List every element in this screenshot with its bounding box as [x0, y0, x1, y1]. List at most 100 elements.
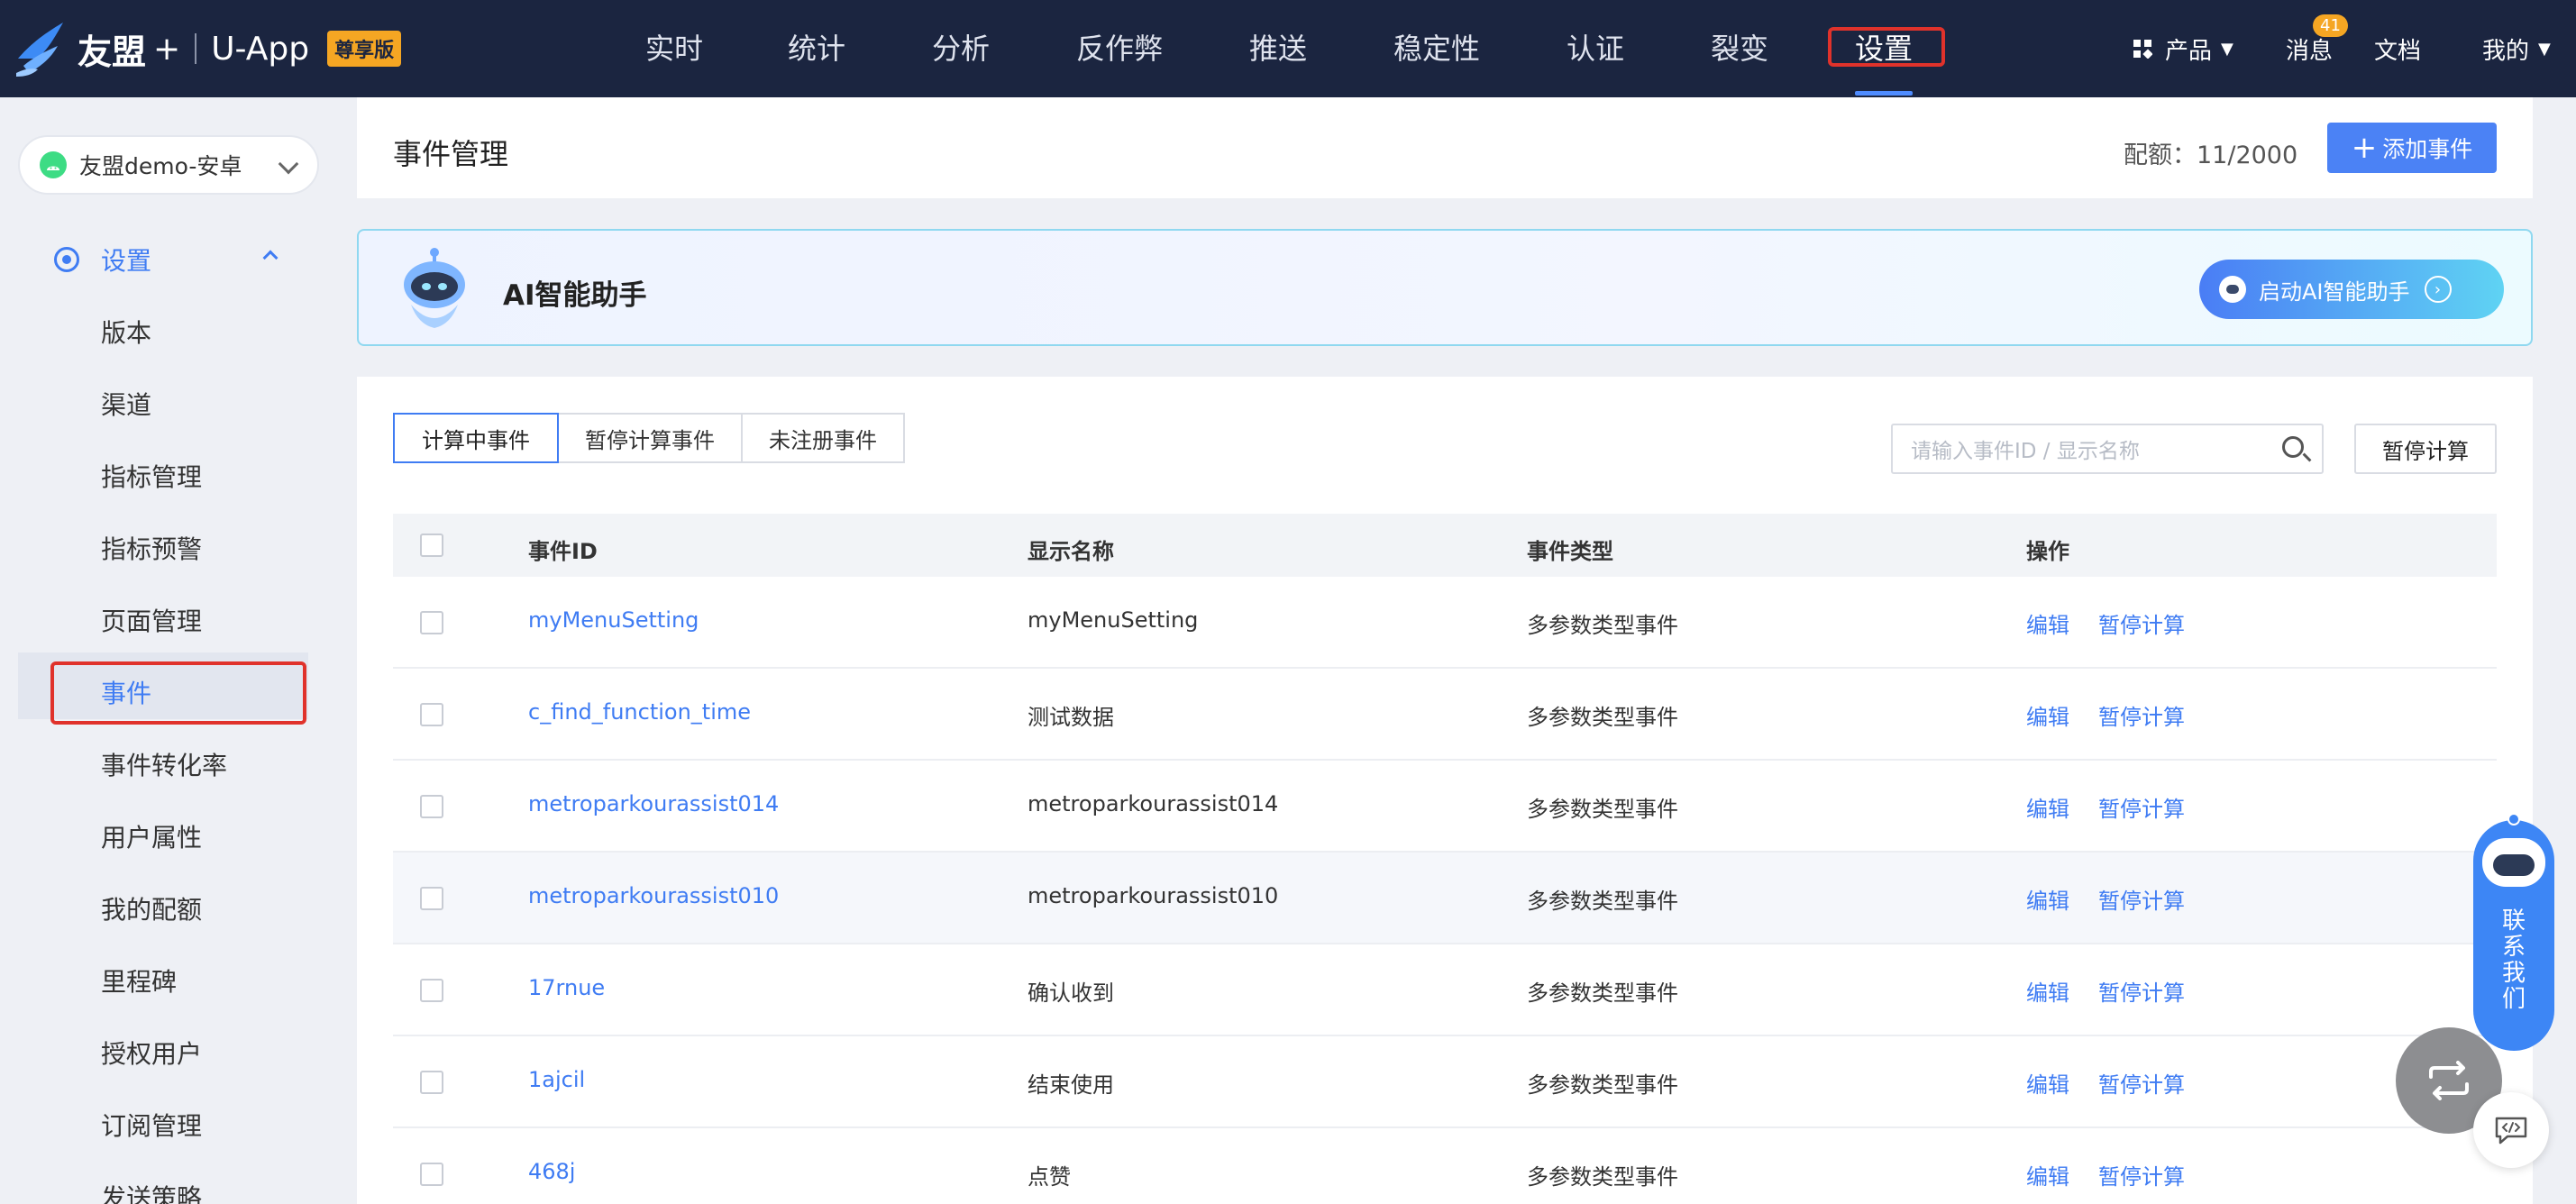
products-menu[interactable]: 产品 ▼ [2133, 0, 2233, 97]
mine-menu[interactable]: 我的 ▼ [2482, 0, 2551, 97]
pause-calculation-link[interactable]: 暂停计算 [2098, 975, 2185, 1007]
nav-statistics[interactable]: 统计 [788, 0, 845, 97]
column-display-name: 显示名称 [1028, 539, 1114, 564]
brand-name: 友盟 [78, 32, 147, 72]
pause-calculation-link[interactable]: 暂停计算 [2098, 791, 2185, 823]
sidebar: 友盟demo-安卓 设置 版本 渠道 指标管理 指标预警 页面管理 事件 事件转… [0, 97, 357, 1204]
code-feedback-button[interactable] [2473, 1092, 2549, 1168]
search-input[interactable]: 请输入事件ID / 显示名称 [1891, 424, 2324, 474]
event-display-name: metroparkourassist014 [1028, 791, 1279, 816]
event-display-name: 结束使用 [1028, 1072, 1114, 1098]
nav-realtime[interactable]: 实时 [645, 0, 703, 97]
top-navigation-bar: 友盟 + U-App 尊享版 实时 统计 分析 反作弊 推送 稳定性 认证 裂变… [0, 0, 2576, 97]
edit-link[interactable]: 编辑 [2026, 1067, 2069, 1099]
sidebar-item-user-attributes[interactable]: 用户属性 [101, 818, 202, 854]
tab-paused-events[interactable]: 暂停计算事件 [557, 413, 743, 463]
pause-calculation-link[interactable]: 暂停计算 [2098, 883, 2185, 915]
event-id-link[interactable]: 1ajcil [528, 1067, 585, 1092]
search-icon[interactable] [2282, 436, 2304, 458]
app-name: U-App [211, 30, 310, 68]
event-id-link[interactable]: 17rnue [528, 975, 605, 1000]
ai-assistant-title: AI智能助手 [503, 279, 647, 312]
event-type: 多参数类型事件 [1527, 981, 1678, 1006]
arrow-right-circle-icon: › [2424, 276, 2452, 303]
chevron-up-icon[interactable] [262, 250, 279, 266]
row-checkbox[interactable] [420, 703, 443, 726]
event-id-link[interactable]: c_find_function_time [528, 699, 751, 725]
sidebar-item-metric-management[interactable]: 指标管理 [101, 458, 202, 494]
table-row: c_find_function_time 测试数据 多参数类型事件 编辑 暂停计… [393, 669, 2497, 761]
caret-down-icon: ▼ [2538, 39, 2551, 59]
sidebar-item-subscriptions[interactable]: 订阅管理 [101, 1107, 202, 1143]
android-icon [40, 151, 67, 178]
tab-unregistered-events[interactable]: 未注册事件 [741, 413, 905, 463]
event-id-link[interactable]: 468j [528, 1159, 575, 1184]
sidebar-item-channel[interactable]: 渠道 [101, 386, 151, 422]
pause-calculation-link[interactable]: 暂停计算 [2098, 607, 2185, 639]
row-checkbox[interactable] [420, 795, 443, 818]
table-row: metroparkourassist014 metroparkourassist… [393, 761, 2497, 853]
row-checkbox[interactable] [420, 1163, 443, 1186]
row-checkbox[interactable] [420, 611, 443, 634]
sidebar-item-version[interactable]: 版本 [101, 314, 151, 350]
pause-calculation-link[interactable]: 暂停计算 [2098, 1067, 2185, 1099]
edit-link[interactable]: 编辑 [2026, 883, 2069, 915]
robot-icon [2219, 276, 2246, 303]
row-checkbox[interactable] [420, 979, 443, 1002]
event-id-link[interactable]: metroparkourassist014 [528, 791, 779, 816]
launch-ai-assistant-button[interactable]: 启动AI智能助手 › [2199, 260, 2504, 319]
table-row: 1ajcil 结束使用 多参数类型事件 编辑 暂停计算 [393, 1036, 2497, 1128]
row-checkbox[interactable] [420, 887, 443, 910]
table-row: myMenuSetting myMenuSetting 多参数类型事件 编辑 暂… [393, 577, 2497, 669]
sidebar-item-metric-alert[interactable]: 指标预警 [101, 530, 202, 566]
event-display-name: 确认收到 [1028, 981, 1114, 1006]
nav-settings-highlight-box [1828, 27, 1945, 67]
sidebar-item-milestones[interactable]: 里程碑 [101, 962, 177, 999]
edit-link[interactable]: 编辑 [2026, 699, 2069, 731]
docs-link[interactable]: 文档 [2374, 0, 2421, 97]
event-tabs: 计算中事件 暂停计算事件 未注册事件 [393, 413, 905, 463]
nav-stability[interactable]: 稳定性 [1393, 0, 1480, 97]
sidebar-item-my-quota[interactable]: 我的配额 [101, 890, 202, 926]
page-title: 事件管理 [393, 137, 509, 171]
docs-label: 文档 [2374, 37, 2422, 65]
sidebar-group-settings[interactable]: 设置 [54, 242, 151, 278]
select-all-checkbox[interactable] [420, 534, 443, 557]
umeng-bird-logo-icon [16, 23, 63, 77]
pause-calculation-button[interactable]: 暂停计算 [2354, 424, 2497, 474]
app-selector[interactable]: 友盟demo-安卓 [18, 135, 319, 195]
mine-label: 我的 [2482, 37, 2530, 65]
sidebar-item-authorized-users[interactable]: 授权用户 [101, 1035, 202, 1071]
event-type: 多参数类型事件 [1527, 613, 1678, 638]
event-id-link[interactable]: myMenuSetting [528, 607, 699, 633]
add-event-button[interactable]: + 添加事件 [2327, 123, 2497, 173]
edit-link[interactable]: 编辑 [2026, 791, 2069, 823]
event-type: 多参数类型事件 [1527, 1164, 1678, 1190]
sidebar-item-page-management[interactable]: 页面管理 [101, 602, 202, 638]
nav-analysis[interactable]: 分析 [932, 0, 990, 97]
edit-link[interactable]: 编辑 [2026, 607, 2069, 639]
nav-anti-cheat[interactable]: 反作弊 [1076, 0, 1163, 97]
tab-calculating-events[interactable]: 计算中事件 [393, 413, 559, 463]
edit-link[interactable]: 编辑 [2026, 975, 2069, 1007]
logo-divider [195, 33, 197, 64]
sidebar-item-send-strategy[interactable]: 发送策略 [101, 1179, 202, 1204]
umeng-logo[interactable]: 友盟 + U-App 尊享版 [14, 13, 402, 85]
edit-link[interactable]: 编辑 [2026, 1159, 2069, 1190]
plus-icon: + [2351, 130, 2378, 166]
nav-verification[interactable]: 认证 [1567, 0, 1624, 97]
launch-ai-assistant-label: 启动AI智能助手 [2259, 278, 2410, 305]
row-checkbox[interactable] [420, 1071, 443, 1094]
ai-robot-icon [404, 248, 465, 328]
nav-fission[interactable]: 裂变 [1711, 0, 1768, 97]
contact-us-widget[interactable]: 联 系 我 们 [2473, 813, 2554, 1051]
pause-calculation-link[interactable]: 暂停计算 [2098, 1159, 2185, 1190]
event-display-name: myMenuSetting [1028, 607, 1199, 633]
page-header: 事件管理 配额：11/2000 + 添加事件 [357, 97, 2533, 198]
messages-label: 消息 [2286, 37, 2334, 65]
sidebar-events-highlight-box [50, 661, 306, 725]
event-id-link[interactable]: metroparkourassist010 [528, 883, 779, 908]
pause-calculation-link[interactable]: 暂停计算 [2098, 699, 2185, 731]
sidebar-item-event-conversion[interactable]: 事件转化率 [101, 746, 227, 782]
nav-push[interactable]: 推送 [1249, 0, 1307, 97]
